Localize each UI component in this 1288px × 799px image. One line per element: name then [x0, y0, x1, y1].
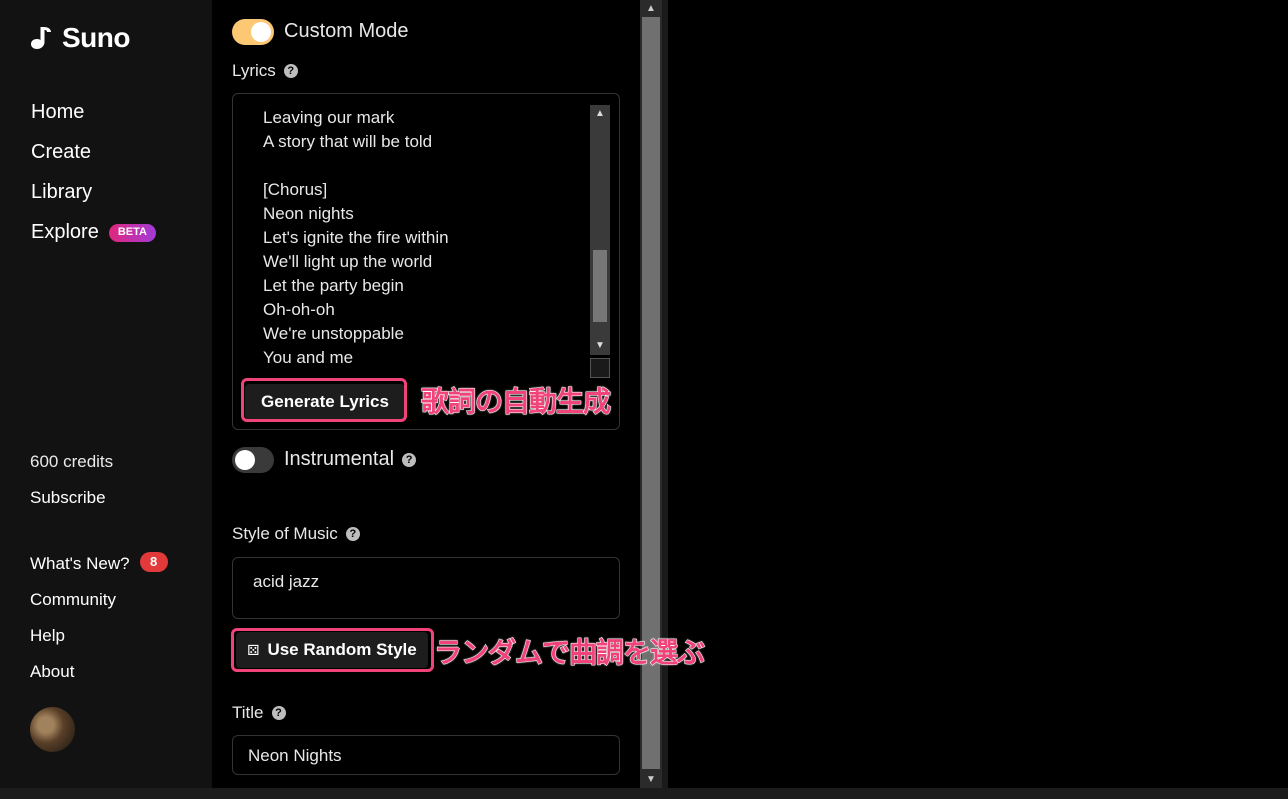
help-label: Help [30, 626, 65, 645]
lyrics-textarea[interactable]: Leaving our mark A story that will be to… [233, 94, 588, 372]
nav-library-label: Library [31, 181, 93, 203]
help-icon[interactable]: ? [271, 706, 286, 720]
resize-handle-icon[interactable] [590, 358, 610, 378]
beta-badge: BETA [108, 224, 156, 242]
toggle-knob [251, 22, 271, 42]
nav-explore-label: Explore [31, 221, 99, 243]
custom-mode-label: Custom Mode [284, 20, 409, 42]
community-link[interactable]: Community [30, 588, 168, 624]
nav-home-label: Home [31, 101, 85, 123]
instrumental-label: Instrumental ? [284, 448, 417, 471]
style-value: acid jazz [253, 572, 320, 591]
lyrics-scrollbar[interactable]: ▲ ▼ [590, 105, 610, 355]
help-icon[interactable]: ? [283, 64, 298, 78]
secondary-nav: What's New? 8 Community Help About [30, 552, 168, 696]
random-style-highlight [231, 628, 434, 672]
nav-home[interactable]: Home [31, 98, 156, 138]
suno-logo[interactable]: Suno [30, 22, 131, 54]
whats-new-label: What's New? [30, 554, 130, 573]
app-name: Suno [62, 22, 131, 53]
help-link[interactable]: Help [30, 624, 168, 660]
custom-mode-toggle[interactable] [232, 19, 274, 45]
nav-create[interactable]: Create [31, 138, 156, 178]
random-style-annotation: ランダムで曲調を選ぶ [433, 636, 705, 670]
subscribe-link[interactable]: Subscribe [30, 488, 106, 508]
about-label: About [30, 662, 75, 681]
scroll-down-arrow-icon[interactable]: ▼ [590, 337, 610, 355]
lyrics-label: Lyrics ? [232, 61, 298, 81]
generate-lyrics-highlight [241, 378, 407, 422]
help-icon[interactable]: ? [402, 452, 417, 467]
nav-explore[interactable]: Explore BETA [31, 218, 156, 258]
whats-new-link[interactable]: What's New? 8 [30, 552, 168, 588]
empty-content-area [662, 0, 1288, 788]
community-label: Community [30, 590, 116, 609]
whats-new-count-badge: 8 [139, 552, 168, 572]
nav-create-label: Create [31, 141, 92, 163]
main-nav: Home Create Library Explore BETA [31, 98, 156, 258]
title-label: Title ? [232, 703, 286, 723]
page-scroll-up-icon[interactable]: ▲ [640, 0, 662, 17]
lyrics-label-text: Lyrics [232, 61, 276, 80]
instrumental-label-text: Instrumental [284, 448, 395, 470]
title-input[interactable]: Neon Nights [232, 735, 620, 775]
style-of-music-input[interactable]: acid jazz [232, 557, 620, 619]
credits-count: 600 credits [30, 452, 114, 471]
generate-lyrics-annotation: 歌詞の自動生成 [420, 385, 611, 419]
scroll-thumb[interactable] [593, 250, 607, 322]
bottom-bar [0, 788, 1288, 799]
suno-logo-icon [31, 27, 51, 49]
help-icon[interactable]: ? [345, 527, 360, 541]
scroll-up-arrow-icon[interactable]: ▲ [590, 105, 610, 123]
avatar[interactable] [30, 707, 75, 752]
page-scroll-down-icon[interactable]: ▼ [640, 771, 662, 788]
about-link[interactable]: About [30, 660, 168, 696]
style-of-music-label: Style of Music ? [232, 524, 360, 544]
nav-library[interactable]: Library [31, 178, 156, 218]
title-label-text: Title [232, 703, 264, 722]
title-value: Neon Nights [248, 746, 342, 765]
instrumental-toggle[interactable] [232, 447, 274, 473]
style-label-text: Style of Music [232, 524, 338, 543]
lyrics-text: Leaving our mark A story that will be to… [263, 108, 449, 367]
sidebar: Suno Home Create Library Explore BETA 60… [0, 0, 212, 788]
toggle-knob [235, 450, 255, 470]
